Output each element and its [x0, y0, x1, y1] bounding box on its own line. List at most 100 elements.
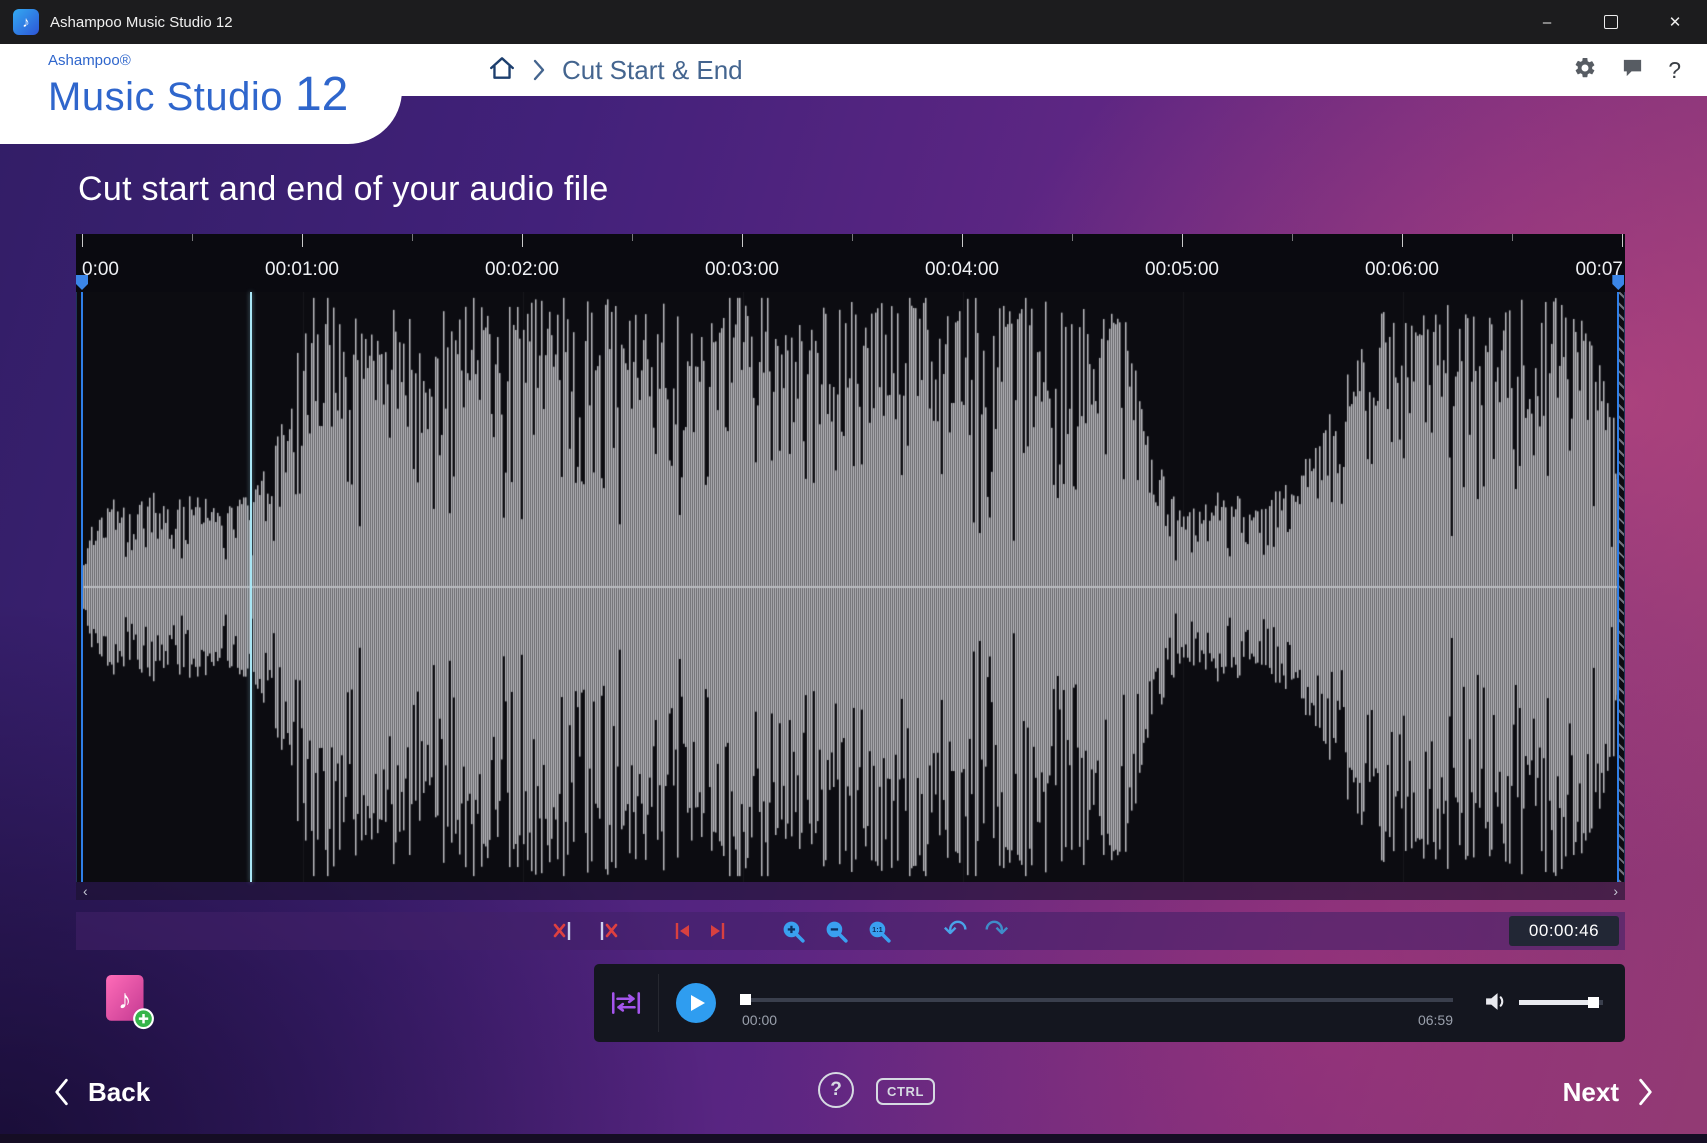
redo-icon: ↷ — [984, 917, 1008, 946]
timeline-tick — [1512, 234, 1513, 241]
help-button[interactable]: ? — [1668, 57, 1681, 84]
zoom-out-icon — [824, 919, 849, 944]
timeline-tick — [742, 234, 743, 247]
app-logo: Ashampoo® Music Studio 12 — [0, 44, 402, 144]
timeline-label: 00:01:00 — [265, 259, 339, 281]
timeline-tick — [852, 234, 853, 241]
cut-after-button[interactable] — [591, 916, 621, 946]
trimmed-region — [1619, 292, 1624, 882]
scroll-right-icon[interactable]: › — [1613, 884, 1618, 898]
home-button[interactable] — [488, 54, 516, 87]
end-marker-line[interactable] — [1617, 292, 1619, 882]
set-start-marker-icon — [673, 921, 691, 941]
window-bottom-edge — [0, 1134, 1707, 1143]
titlebar: ♪ Ashampoo Music Studio 12 – ✕ — [0, 0, 1707, 44]
play-button[interactable] — [676, 983, 716, 1023]
total-time: 06:59 — [1418, 1012, 1453, 1028]
breadcrumb: Cut Start & End — [488, 44, 743, 96]
settings-button[interactable] — [1573, 56, 1597, 85]
player-bar: 00:00 06:59 — [594, 964, 1625, 1042]
logo-product-name: Music Studio — [48, 77, 283, 117]
cut-after-icon — [593, 920, 619, 942]
timeline-tick — [1072, 234, 1073, 241]
cursor-time-display: 00:00:46 — [1509, 916, 1619, 946]
close-icon: ✕ — [1669, 13, 1682, 31]
ctrl-key-hint: CTRL — [876, 1078, 935, 1105]
gear-icon — [1573, 56, 1597, 80]
timeline-tick — [412, 234, 413, 241]
window-title: Ashampoo Music Studio 12 — [50, 14, 233, 31]
volume-slider[interactable] — [1519, 1000, 1603, 1005]
header-actions: ? — [1573, 44, 1681, 96]
zoom-1to1-button[interactable]: 1:1 — [865, 916, 895, 946]
current-time: 00:00 — [742, 1012, 777, 1028]
progress-handle[interactable] — [740, 994, 751, 1005]
set-end-marker-button[interactable] — [703, 916, 733, 946]
timeline-tick — [1402, 234, 1403, 247]
waveform-editor: 0:0000:01:0000:02:0000:03:0000:04:0000:0… — [76, 234, 1625, 900]
undo-button[interactable]: ↶ — [941, 916, 971, 946]
back-label: Back — [88, 1077, 150, 1108]
timeline-label: 00:06:00 — [1365, 259, 1439, 281]
zoom-in-button[interactable] — [779, 916, 809, 946]
hint-help-button[interactable]: ? — [818, 1072, 854, 1108]
timeline-tick — [522, 234, 523, 247]
waveform-canvas[interactable] — [77, 292, 1625, 882]
chevron-right-icon — [1637, 1077, 1655, 1107]
back-button[interactable]: Back — [52, 1068, 150, 1116]
minimize-icon: – — [1543, 14, 1551, 31]
loop-button[interactable] — [609, 990, 643, 1021]
chevron-right-icon — [532, 58, 546, 82]
play-icon — [691, 995, 705, 1011]
set-end-marker-icon — [709, 921, 727, 941]
logo-version: 12 — [295, 71, 348, 119]
timeline-tick — [1622, 234, 1623, 247]
feedback-button[interactable] — [1621, 56, 1644, 84]
playhead[interactable] — [250, 292, 252, 882]
waveform-area[interactable] — [76, 292, 1625, 882]
timeline-tick — [1182, 234, 1183, 247]
timeline-label: 00:05:00 — [1145, 259, 1219, 281]
set-start-marker-button[interactable] — [667, 916, 697, 946]
redo-button[interactable]: ↷ — [982, 916, 1012, 946]
question-icon: ? — [830, 1079, 842, 1101]
mute-button[interactable] — [1484, 990, 1509, 1018]
horizontal-scrollbar[interactable]: ‹ › — [76, 882, 1625, 900]
zoom-out-button[interactable] — [822, 916, 852, 946]
close-button[interactable]: ✕ — [1643, 0, 1707, 44]
timeline-label: 00:04:00 — [925, 259, 999, 281]
logo-brand: Ashampoo® — [48, 52, 402, 69]
timeline-label: 00:03:00 — [705, 259, 779, 281]
timeline-tick — [962, 234, 963, 247]
volume-fill — [1519, 1000, 1593, 1005]
chevron-left-icon — [52, 1077, 70, 1107]
svg-text:1:1: 1:1 — [872, 925, 883, 934]
timeline-tick — [192, 234, 193, 241]
timeline-tick — [632, 234, 633, 241]
window-controls: – ✕ — [1515, 0, 1707, 44]
next-button[interactable]: Next — [1563, 1068, 1655, 1116]
timeline-label: 00:02:00 — [485, 259, 559, 281]
home-icon — [488, 54, 516, 82]
svg-text:♪: ♪ — [118, 984, 132, 1014]
scroll-left-icon[interactable]: ‹ — [83, 884, 88, 898]
zoom-1to1-icon: 1:1 — [867, 919, 892, 944]
volume-handle[interactable] — [1588, 997, 1599, 1008]
feedback-icon — [1621, 56, 1644, 79]
cut-before-button[interactable] — [550, 916, 580, 946]
maximize-button[interactable] — [1579, 0, 1643, 44]
maximize-icon — [1604, 15, 1618, 29]
cut-before-icon — [552, 920, 578, 942]
minimize-button[interactable]: – — [1515, 0, 1579, 44]
page-title: Cut start and end of your audio file — [78, 170, 609, 209]
start-marker-line[interactable] — [81, 292, 83, 882]
speaker-icon — [1484, 990, 1509, 1013]
add-music-file-icon: ♪ — [104, 972, 156, 1030]
app-window: ♪ Ashampoo Music Studio 12 – ✕ Ashampoo®… — [0, 0, 1707, 1143]
timeline-tick — [302, 234, 303, 247]
music-note-icon: ♪ — [22, 14, 30, 31]
timeline-ruler[interactable]: 0:0000:01:0000:02:0000:03:0000:04:0000:0… — [76, 234, 1625, 292]
progress-track[interactable] — [742, 998, 1453, 1002]
next-label: Next — [1563, 1077, 1619, 1108]
add-file-button[interactable]: ♪ — [104, 972, 156, 1030]
